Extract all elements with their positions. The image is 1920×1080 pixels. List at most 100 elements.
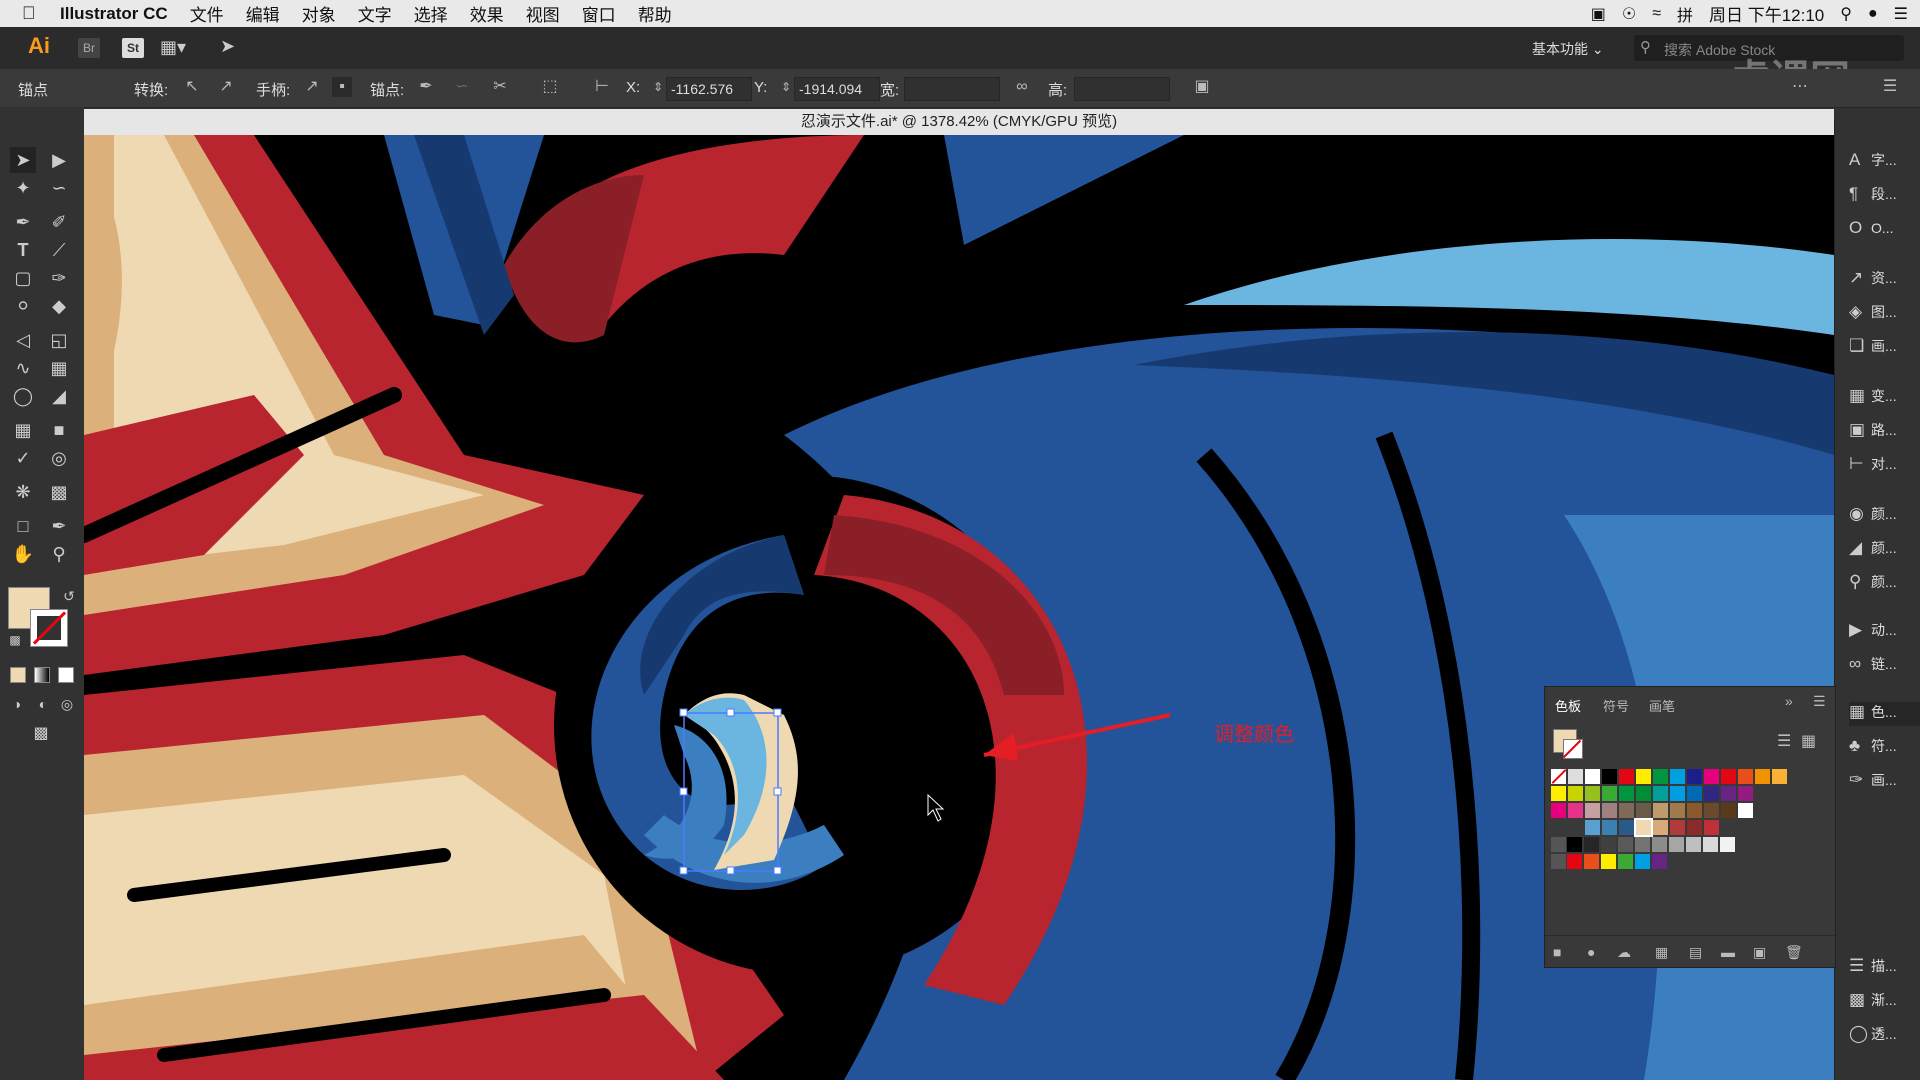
swatch[interactable] (1653, 803, 1668, 818)
swatch[interactable] (1670, 769, 1685, 784)
swatch[interactable] (1704, 786, 1719, 801)
delete-swatch-icon[interactable]: 🗑 (1785, 944, 1803, 961)
swatch[interactable] (1567, 837, 1582, 852)
dock-item-gradient[interactable]: ▩ 渐... (1849, 990, 1920, 1014)
swatch[interactable] (1670, 820, 1685, 835)
swap-fill-stroke-icon[interactable]: ↺ (56, 583, 82, 609)
spotlight-search-icon[interactable]: ⚲ (1840, 4, 1852, 24)
swatch-library-icon[interactable]: ■ (1553, 944, 1561, 960)
swatch[interactable] (1602, 803, 1617, 818)
dock-item-asset-export[interactable]: ↗ 资... (1849, 268, 1920, 292)
show-kinds-icon[interactable]: ● (1587, 944, 1595, 960)
stock-button[interactable]: St (122, 38, 144, 58)
swatch[interactable] (1585, 820, 1600, 835)
selection-tool-icon[interactable]: ➤ (10, 147, 36, 173)
rectangle-tool-icon[interactable]: ▢ (10, 265, 36, 291)
panel-stroke-swatch[interactable] (1562, 739, 1583, 759)
dock-item-color[interactable]: ◉ 颜... (1849, 504, 1920, 528)
dock-item-recolor[interactable]: ⚲ 颜... (1849, 572, 1920, 596)
magic-wand-tool-icon[interactable]: ✦ (10, 175, 36, 201)
dock-item-layers[interactable]: ◈ 图... (1849, 302, 1920, 326)
swatch[interactable] (1687, 803, 1702, 818)
swatch[interactable] (1670, 803, 1685, 818)
dock-item-swatches[interactable]: ▦ 色... (1849, 702, 1920, 726)
tab-symbols[interactable]: 符号 (1603, 696, 1629, 715)
dock-item-links[interactable]: ∞ 链... (1849, 654, 1920, 678)
swatch[interactable] (1602, 769, 1617, 784)
y-stepper-icon[interactable]: ⇕ (776, 77, 796, 97)
convert-to-corner-icon[interactable]: ↖ (182, 77, 202, 97)
swatch[interactable] (1653, 820, 1668, 835)
swatch[interactable] (1720, 837, 1735, 852)
dock-item-artboards[interactable]: ❏ 画... (1849, 336, 1920, 360)
swatch[interactable] (1670, 786, 1685, 801)
align-anchor-icon[interactable]: ⊢ (592, 77, 612, 97)
paintbrush-tool-icon[interactable]: ✑ (46, 265, 72, 291)
swatch[interactable] (1772, 769, 1787, 784)
x-field[interactable]: -1162.576 (666, 77, 752, 101)
swatch[interactable] (1652, 854, 1667, 869)
new-swatch-icon[interactable]: ▣ (1753, 944, 1766, 961)
datetime[interactable]: 周日 下午12:10 (1709, 1, 1824, 26)
swatch[interactable] (1568, 803, 1583, 818)
swatch[interactable] (1619, 820, 1634, 835)
shaper-tool-icon[interactable]: ⚪ (10, 293, 36, 319)
dock-item-color-guide[interactable]: ◢ 颜... (1849, 538, 1920, 562)
swatch[interactable] (1721, 769, 1736, 784)
curvature-tool-icon[interactable]: ✐ (46, 209, 72, 235)
warp-tool-icon[interactable]: ∿ (10, 355, 36, 381)
column-graph-tool-icon[interactable]: ▩ (46, 479, 72, 505)
swatch[interactable] (1653, 786, 1668, 801)
menu-help[interactable]: 帮助 (638, 1, 672, 26)
y-field[interactable]: -1914.094 (794, 77, 880, 101)
swatch[interactable] (1551, 803, 1566, 818)
swatch[interactable] (1635, 837, 1650, 852)
swatch[interactable] (1618, 837, 1633, 852)
swatch[interactable] (1687, 769, 1702, 784)
constrain-proportions-icon[interactable]: ∞ (1012, 77, 1032, 97)
connect-endpoints-icon[interactable]: ∽ (452, 77, 472, 97)
dock-item-align[interactable]: ⊢ 对... (1849, 454, 1920, 478)
screen-mode-icon[interactable]: ▩ (28, 721, 54, 747)
swatch[interactable] (1619, 769, 1634, 784)
workspace-switcher[interactable]: 基本功能 ⌄ (1532, 39, 1604, 59)
mesh-tool-icon[interactable]: ▦ (10, 417, 36, 443)
menu-file[interactable]: 文件 (190, 1, 224, 26)
swatch[interactable] (1584, 854, 1599, 869)
dock-item-brushes[interactable]: ✑ 画... (1849, 770, 1920, 794)
hide-handles-icon[interactable]: ▪ (332, 77, 352, 97)
direct-selection-tool-icon[interactable]: ▶ (46, 147, 72, 173)
new-color-group-icon[interactable]: ▤ (1689, 944, 1702, 961)
dock-item-pathfinder[interactable]: ▣ 路... (1849, 420, 1920, 444)
new-folder-icon[interactable]: ▬ (1721, 944, 1735, 960)
swatch[interactable] (1585, 786, 1600, 801)
swatch[interactable] (1602, 820, 1617, 835)
dock-item-transform[interactable]: ▦ 变... (1849, 386, 1920, 410)
dock-item-character[interactable]: A 字... (1849, 150, 1920, 174)
swatch[interactable] (1687, 786, 1702, 801)
swatch[interactable] (1619, 803, 1634, 818)
swatch[interactable] (1704, 769, 1719, 784)
notification-center-icon[interactable]: ☰ (1894, 4, 1908, 24)
pen-tool-icon[interactable]: ✒ (10, 209, 36, 235)
eyedropper-tool-icon[interactable]: ✓ (10, 445, 36, 471)
swatch[interactable] (1584, 837, 1599, 852)
swatch[interactable] (1634, 818, 1653, 837)
swatch[interactable] (1653, 769, 1668, 784)
list-view-icon[interactable]: ☰ (1777, 731, 1791, 751)
lasso-tool-icon[interactable]: ∽ (46, 175, 72, 201)
swatch[interactable] (1721, 786, 1736, 801)
swatch[interactable] (1687, 820, 1702, 835)
swatch-none[interactable] (1551, 769, 1567, 784)
bridge-button[interactable]: Br (78, 38, 100, 58)
grid-view-icon[interactable]: ▦ (1801, 731, 1816, 751)
shape-builder-tool-icon[interactable]: ◯ (10, 383, 36, 409)
arrange-documents-icon[interactable]: ▦▾ (160, 37, 186, 58)
remove-anchor-icon[interactable]: ✒ (416, 77, 436, 97)
free-transform-tool-icon[interactable]: ▦ (46, 355, 72, 381)
draw-behind-icon[interactable]: ◐ (30, 691, 56, 717)
x-stepper-icon[interactable]: ⇕ (648, 77, 668, 97)
screen-record-icon[interactable]: ▣ (1591, 4, 1606, 24)
show-handles-icon[interactable]: ↗ (302, 77, 322, 97)
gradient-tool-icon[interactable]: ■ (46, 417, 72, 443)
